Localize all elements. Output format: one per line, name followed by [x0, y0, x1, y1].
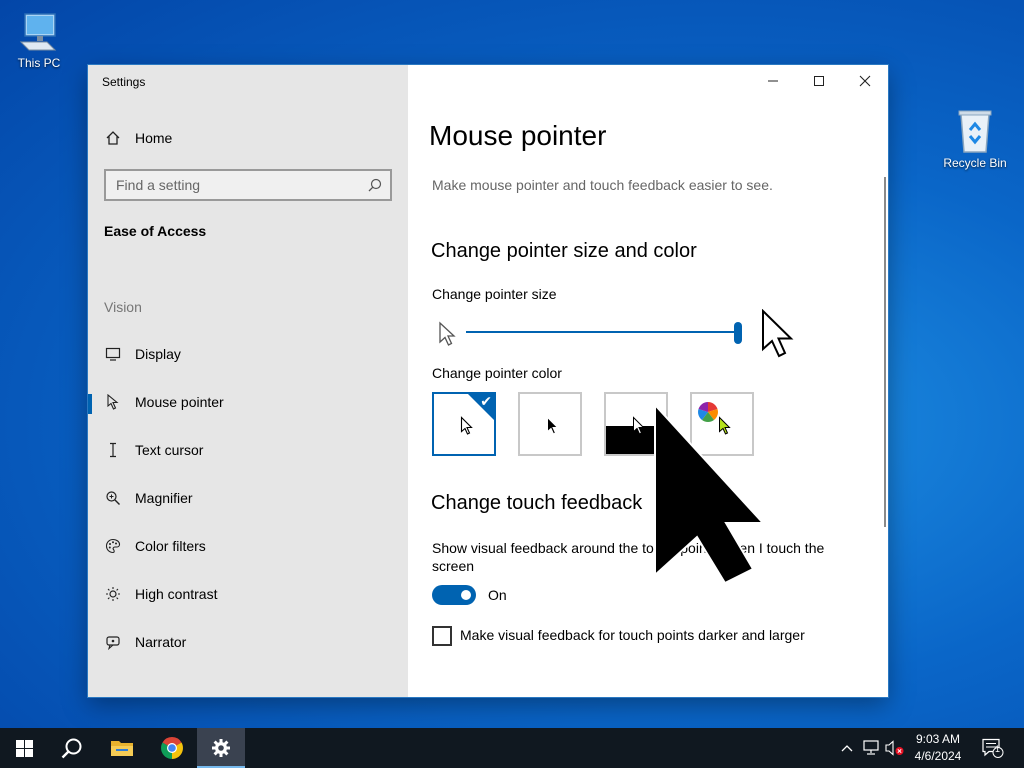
- search-input[interactable]: [116, 177, 356, 193]
- taskbar-search-button[interactable]: [48, 728, 96, 768]
- clock-time: 9:03 AM: [915, 732, 961, 746]
- close-icon: [859, 75, 871, 87]
- network-icon: [863, 740, 879, 755]
- sidebar-item-text-cursor[interactable]: Text cursor: [88, 430, 408, 470]
- sidebar-item-magnifier[interactable]: Magnifier: [88, 478, 408, 518]
- sidebar-item-label: Narrator: [135, 634, 187, 650]
- chevron-up-icon: [841, 745, 853, 752]
- large-black-cursor-icon: [654, 403, 766, 585]
- sidebar-item-display[interactable]: Display: [88, 334, 408, 374]
- notification-icon: [982, 738, 1004, 758]
- inverted-pointer-icon: [633, 416, 645, 435]
- sidebar-item-label: Home: [135, 130, 173, 146]
- touch-feedback-description: Show visual feedback around the touch po…: [432, 540, 825, 574]
- pointer-color-white-option[interactable]: ✔: [432, 392, 496, 456]
- sidebar-item-label: Color filters: [135, 538, 206, 554]
- sidebar-item-label: Text cursor: [135, 442, 204, 458]
- sun-icon: [104, 585, 122, 603]
- taskbar: 9:03 AM 4/6/2024 1: [0, 728, 1024, 768]
- maximize-button[interactable]: [796, 65, 842, 97]
- minimize-button[interactable]: [750, 65, 796, 97]
- sidebar-item-narrator[interactable]: Narrator: [88, 622, 408, 662]
- toggle-state-label: On: [488, 587, 507, 603]
- pointer-size-label: Change pointer size: [432, 286, 557, 302]
- content-pane: Mouse pointer Make mouse pointer and tou…: [408, 65, 888, 697]
- sidebar-item-mouse-pointer[interactable]: Mouse pointer: [88, 382, 408, 422]
- maximize-icon: [814, 76, 824, 86]
- file-explorer-button[interactable]: [98, 728, 146, 768]
- close-button[interactable]: [842, 65, 888, 97]
- darker-feedback-checkbox-label: Make visual feedback for touch points da…: [460, 627, 805, 643]
- sidebar-item-label: Display: [135, 346, 181, 362]
- black-pointer-icon: [547, 416, 559, 435]
- text-cursor-icon: [104, 441, 122, 459]
- sidebar-item-high-contrast[interactable]: High contrast: [88, 574, 408, 614]
- group-label: Vision: [104, 299, 142, 315]
- chrome-button[interactable]: [148, 728, 196, 768]
- large-pointer-icon: [762, 309, 794, 358]
- gear-icon: [212, 739, 230, 757]
- search-icon: [368, 178, 382, 192]
- touch-section-heading: Change touch feedback: [431, 492, 643, 514]
- sidebar-item-label: Magnifier: [135, 490, 193, 506]
- taskbar-clock[interactable]: 9:03 AM 4/6/2024: [908, 731, 968, 765]
- recycle-bin-icon: [958, 110, 992, 153]
- pointer-size-slider-thumb[interactable]: [734, 322, 742, 344]
- windows-logo-icon: [15, 739, 33, 757]
- color-palette-icon: [104, 537, 122, 555]
- monitor-icon: [104, 345, 122, 363]
- volume-button[interactable]: [884, 728, 906, 768]
- page-title: Mouse pointer: [429, 120, 607, 151]
- pointer-color-black-option[interactable]: [518, 392, 582, 456]
- darker-feedback-checkbox[interactable]: [432, 626, 452, 646]
- settings-window: Settings Home Ease of Access Vision Disp…: [88, 65, 888, 697]
- sidebar-item-color-filters[interactable]: Color filters: [88, 526, 408, 566]
- desktop-icon-recycle-bin[interactable]: Recycle Bin: [940, 108, 1010, 170]
- toggle-knob: [461, 590, 471, 600]
- home-icon: [104, 129, 122, 147]
- small-pointer-icon: [439, 321, 456, 346]
- notification-count-badge: 1: [995, 744, 1001, 754]
- volume-muted-icon: [885, 740, 904, 756]
- pointer-section-heading: Change pointer size and color: [431, 240, 697, 262]
- pointer-color-label: Change pointer color: [432, 365, 562, 381]
- page-description: Make mouse pointer and touch feedback ea…: [432, 177, 773, 193]
- settings-taskbar-button[interactable]: [197, 728, 245, 768]
- checkmark-icon: ✔: [480, 393, 492, 409]
- sidebar-item-home[interactable]: Home: [88, 123, 408, 153]
- minimize-icon: [768, 80, 778, 82]
- sidebar: Settings Home Ease of Access Vision Disp…: [88, 65, 408, 697]
- clock-date: 4/6/2024: [914, 749, 962, 763]
- search-box[interactable]: [104, 169, 392, 201]
- section-title: Ease of Access: [104, 223, 207, 239]
- narrator-icon: [104, 633, 122, 651]
- start-button[interactable]: [0, 728, 48, 768]
- chrome-icon: [161, 737, 183, 759]
- desktop-icon-this-pc[interactable]: This PC: [4, 10, 74, 70]
- sidebar-item-label: Mouse pointer: [135, 394, 224, 410]
- window-title: Settings: [102, 75, 146, 89]
- touch-feedback-toggle[interactable]: [432, 585, 476, 605]
- pointer-size-slider-track[interactable]: [466, 331, 742, 333]
- action-center-button[interactable]: 1: [976, 728, 1010, 768]
- mouse-pointer-icon: [104, 393, 122, 411]
- search-icon: [61, 738, 82, 759]
- network-button[interactable]: [860, 728, 882, 768]
- folder-icon: [111, 741, 133, 756]
- desktop-icon-label: Recycle Bin: [943, 156, 1007, 170]
- magnifier-icon: [104, 489, 122, 507]
- scrollbar[interactable]: [884, 177, 886, 527]
- desktop-icon-label: This PC: [17, 56, 61, 70]
- show-hidden-icons-button[interactable]: [838, 728, 856, 768]
- computer-icon: [19, 13, 57, 51]
- sidebar-item-label: High contrast: [135, 586, 218, 602]
